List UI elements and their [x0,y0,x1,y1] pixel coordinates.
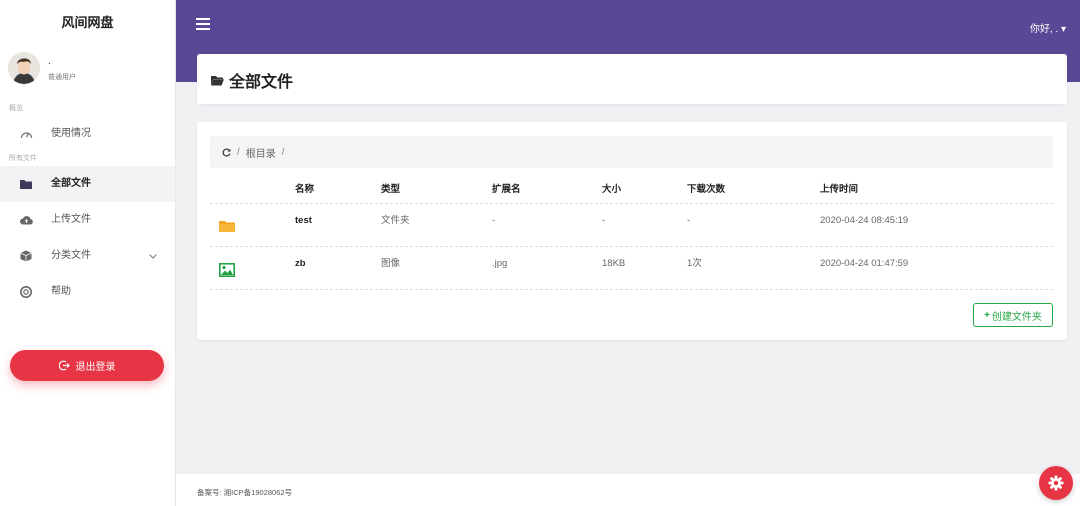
logout-label: 退出登录 [75,362,116,373]
logout-button[interactable]: 退出登录 [10,350,164,381]
sidebar-item-all-files[interactable]: 全部文件 [0,166,175,202]
table-row[interactable]: test 文件夹 - - - 2020-04-24 08:45:19 [210,204,1053,247]
brand-title[interactable]: 风间网盘 [0,0,175,46]
file-ext: .jpg [492,258,508,269]
column-header-name[interactable]: 名称 [295,176,314,204]
file-type: 图像 [381,258,401,269]
avatar[interactable] [8,52,40,84]
plus-icon: + [984,309,990,321]
sidebar: 风间网盘 . 普通用户 概览 使用情况 所有文件 全部文件 上传文件 分类文件 … [0,0,176,506]
page-header-card: 全部文件 [197,54,1067,104]
create-folder-label: 创建文件夹 [991,311,1042,323]
sidebar-item-help[interactable]: 帮助 [0,274,175,310]
gauge-icon [19,116,33,152]
create-folder-button[interactable]: + 创建文件夹 [973,303,1053,327]
page-title-text: 全部文件 [229,74,294,91]
image-icon[interactable] [219,263,235,282]
folder-icon [19,166,33,202]
sidebar-item-label: 分类文件 [51,250,91,261]
user-panel: . 普通用户 [0,46,175,98]
file-name-link[interactable]: zb [295,257,306,271]
file-type: 文件夹 [381,215,410,226]
lifebuoy-icon [19,274,33,310]
column-header-downloads[interactable]: 下载次数 [687,176,725,204]
file-downloads: - [687,215,691,226]
section-label-files: 所有文件 [9,155,37,162]
breadcrumb-root-link[interactable]: 根目录 [246,145,276,160]
file-name-link[interactable]: test [295,214,312,228]
column-header-upload-time[interactable]: 上传时间 [820,176,858,204]
cloud-upload-icon [19,202,33,238]
column-header-type[interactable]: 类型 [381,176,400,204]
user-menu-dropdown[interactable]: 你好, . ▾ [1030,20,1066,35]
sidebar-item-categories[interactable]: 分类文件 [0,238,175,274]
file-upload-time: 2020-04-24 08:45:19 [820,215,909,226]
column-header-size[interactable]: 大小 [602,176,621,204]
table-header: 名称 类型 扩展名 大小 下载次数 上传时间 [210,176,1053,204]
page-title: 全部文件 [211,68,293,92]
logout-icon [58,360,70,371]
file-ext: - [492,215,496,226]
file-table: 名称 类型 扩展名 大小 下载次数 上传时间 test 文件夹 - - - 20… [210,176,1053,290]
sidebar-item-label: 全部文件 [51,178,91,189]
footer: 备案号: 湘ICP备19028062号 [176,474,1080,506]
breadcrumb-separator: / [237,146,240,158]
file-size: - [602,215,606,226]
box-icon [19,238,33,274]
sidebar-item-label: 使用情况 [51,128,91,139]
menu-toggle-icon[interactable] [196,18,210,30]
folder-icon[interactable] [219,220,235,237]
settings-fab-button[interactable] [1039,466,1073,500]
section-label-overview: 概览 [9,105,23,112]
file-upload-time: 2020-04-24 01:47:59 [820,258,909,269]
column-header-ext[interactable]: 扩展名 [492,176,521,204]
breadcrumb: / 根目录 / [210,136,1053,168]
chevron-down-icon[interactable] [149,238,157,274]
file-size: 18KB [602,258,626,269]
folder-open-icon [211,75,224,85]
sidebar-item-usage[interactable]: 使用情况 [0,116,175,152]
gear-icon [1048,475,1064,491]
breadcrumb-separator: / [281,146,285,158]
refresh-icon[interactable] [222,148,231,157]
avatar-image [8,52,40,84]
icp-record-link[interactable]: 备案号: 湘ICP备19028062号 [197,487,292,498]
sidebar-item-label: 帮助 [51,286,71,297]
sidebar-item-label: 上传文件 [51,214,91,225]
file-list-card: / 根目录 / 名称 类型 扩展名 大小 下载次数 上传时间 test 文件夹 … [197,122,1067,340]
sidebar-item-upload[interactable]: 上传文件 [0,202,175,238]
user-name: . [48,56,51,67]
file-downloads: 1次 [687,258,702,269]
user-role: 普通用户 [48,74,76,81]
table-row[interactable]: zb 图像 .jpg 18KB 1次 2020-04-24 01:47:59 [210,247,1053,290]
